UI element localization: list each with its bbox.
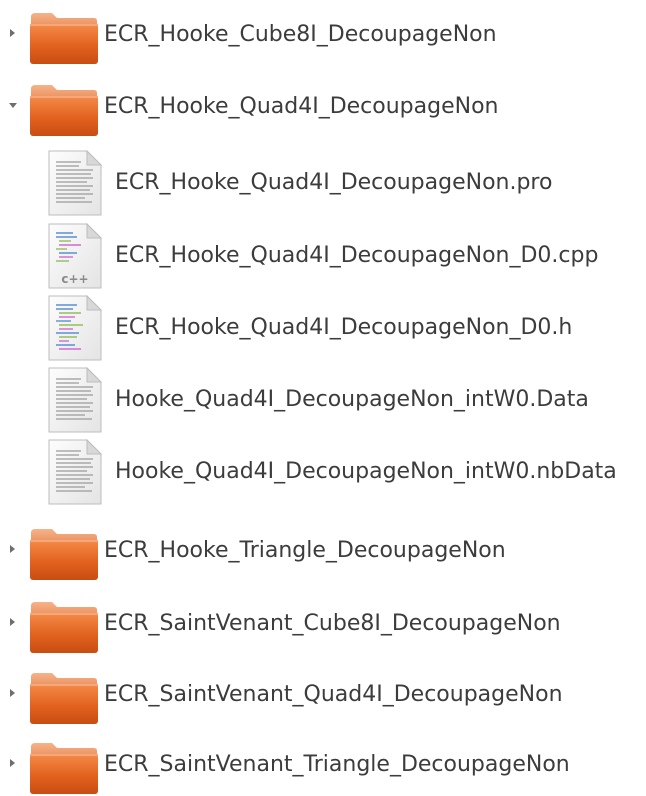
tree-row-folder[interactable]: ECR_Hooke_Triangle_DecoupageNon	[0, 521, 646, 581]
expand-arrow-icon[interactable]	[10, 759, 15, 767]
file-name: Hooke_Quad4I_DecoupageNon_intW0.nbData	[115, 459, 617, 484]
tree-row-file[interactable]: Hooke_Quad4I_DecoupageNon_intW0.Data	[0, 364, 646, 433]
folder-name: ECR_SaintVenant_Triangle_DecoupageNon	[104, 752, 570, 777]
expand-arrow-icon[interactable]	[10, 618, 15, 626]
svg-text:c++: c++	[61, 272, 88, 286]
folder-open-icon	[30, 85, 98, 136]
folder-icon	[30, 673, 98, 724]
expand-arrow-icon[interactable]	[10, 29, 15, 37]
file-name: ECR_Hooke_Quad4I_DecoupageNon.pro	[115, 170, 553, 195]
folder-name: ECR_SaintVenant_Quad4I_DecoupageNon	[104, 682, 563, 707]
tree-row-file[interactable]: Hooke_Quad4I_DecoupageNon_intW0.nbData	[0, 436, 646, 505]
tree-row-folder[interactable]: ECR_Hooke_Cube8I_DecoupageNon	[0, 5, 646, 65]
text-file-icon	[48, 150, 103, 216]
tree-row-file[interactable]: c++ ECR_Hooke_Quad4I_DecoupageNon_D0.cpp	[0, 220, 646, 289]
file-tree: ECR_Hooke_Cube8I_DecoupageNon ECR_Hooke_…	[0, 0, 646, 796]
folder-name: ECR_Hooke_Triangle_DecoupageNon	[104, 538, 506, 563]
text-file-icon	[48, 439, 103, 505]
tree-row-folder[interactable]: ECR_Hooke_Quad4I_DecoupageNon	[0, 77, 646, 137]
expand-arrow-icon[interactable]	[10, 545, 15, 553]
tree-row-folder[interactable]: ECR_SaintVenant_Triangle_DecoupageNon	[0, 735, 646, 795]
cpp-file-icon: c++	[48, 223, 103, 289]
file-name: Hooke_Quad4I_DecoupageNon_intW0.Data	[115, 387, 589, 412]
file-name: ECR_Hooke_Quad4I_DecoupageNon_D0.cpp	[115, 243, 599, 268]
folder-icon	[30, 602, 98, 653]
file-name: ECR_Hooke_Quad4I_DecoupageNon_D0.h	[115, 315, 573, 340]
folder-icon	[30, 13, 98, 64]
folder-name: ECR_SaintVenant_Cube8I_DecoupageNon	[104, 611, 561, 636]
tree-row-file[interactable]: ECR_Hooke_Quad4I_DecoupageNon.pro	[0, 147, 646, 216]
folder-icon	[30, 529, 98, 580]
folder-name: ECR_Hooke_Quad4I_DecoupageNon	[104, 94, 499, 119]
tree-row-folder[interactable]: ECR_SaintVenant_Cube8I_DecoupageNon	[0, 594, 646, 654]
collapse-arrow-icon[interactable]	[9, 103, 17, 108]
folder-name: ECR_Hooke_Cube8I_DecoupageNon	[104, 22, 497, 47]
expand-arrow-icon[interactable]	[10, 689, 15, 697]
header-file-icon	[48, 295, 103, 361]
tree-row-file[interactable]: ECR_Hooke_Quad4I_DecoupageNon_D0.h	[0, 292, 646, 361]
folder-icon	[30, 743, 98, 794]
tree-row-folder[interactable]: ECR_SaintVenant_Quad4I_DecoupageNon	[0, 665, 646, 725]
text-file-icon	[48, 367, 103, 433]
